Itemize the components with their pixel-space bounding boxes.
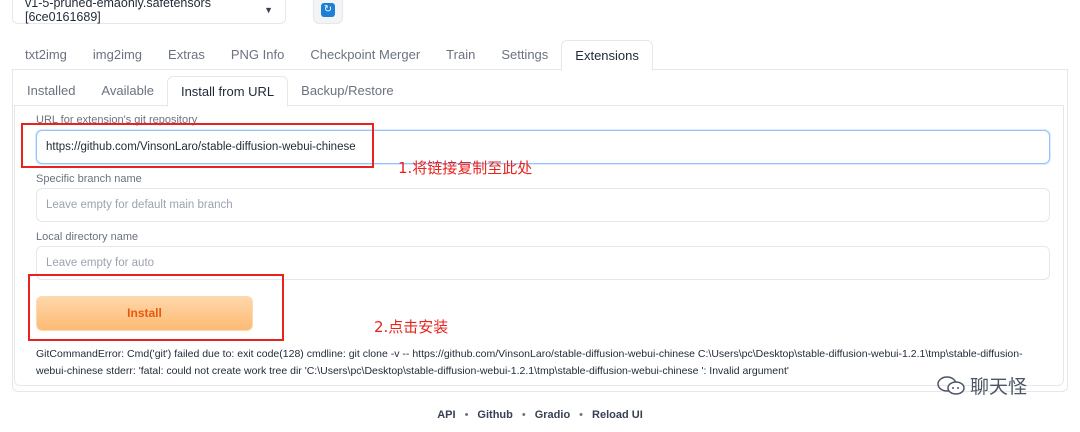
checkpoint-dropdown[interactable]: v1-5-pruned-emaonly.safetensors [6ce0161… bbox=[12, 0, 286, 24]
tab-settings[interactable]: Settings bbox=[488, 40, 561, 70]
watermark-text: 聊天怪 bbox=[970, 376, 1028, 398]
tab-backup-restore[interactable]: Backup/Restore bbox=[288, 76, 407, 106]
footer-link-reload-ui[interactable]: Reload UI bbox=[592, 409, 643, 421]
checkpoint-dropdown-value: v1-5-pruned-emaonly.safetensors [6ce0161… bbox=[25, 0, 211, 24]
refresh-checkpoints-button[interactable]: ↻ bbox=[313, 0, 343, 24]
annotation-step2: 2.点击安装 bbox=[374, 318, 449, 336]
tab-extensions[interactable]: Extensions bbox=[561, 40, 653, 71]
footer-separator: • bbox=[521, 409, 526, 421]
directory-field-label: Local directory name bbox=[36, 231, 139, 243]
tab-png-info[interactable]: PNG Info bbox=[218, 40, 297, 70]
footer-separator: • bbox=[464, 409, 469, 421]
footer-links: API • Github • Gradio • Reload UI bbox=[0, 409, 1080, 421]
tab-installed[interactable]: Installed bbox=[14, 76, 88, 106]
tab-install-from-url[interactable]: Install from URL bbox=[166, 76, 289, 107]
refresh-icon: ↻ bbox=[321, 2, 335, 17]
tab-available[interactable]: Available bbox=[88, 76, 167, 106]
tab-extras[interactable]: Extras bbox=[155, 40, 218, 70]
branch-field-label: Specific branch name bbox=[36, 173, 142, 185]
chevron-down-icon: ▼ bbox=[264, 4, 273, 15]
tab-img2img[interactable]: img2img bbox=[80, 40, 155, 70]
annotation-box-url bbox=[21, 123, 374, 168]
footer-link-gradio[interactable]: Gradio bbox=[535, 409, 570, 421]
footer-link-github[interactable]: Github bbox=[477, 409, 512, 421]
branch-input[interactable]: Leave empty for default main branch bbox=[36, 188, 1050, 222]
main-tab-bar: txt2img img2img Extras PNG Info Checkpoi… bbox=[12, 40, 1068, 71]
footer-separator: • bbox=[579, 409, 584, 421]
tab-txt2img[interactable]: txt2img bbox=[12, 40, 80, 70]
error-message: GitCommandError: Cmd('git') failed due t… bbox=[36, 348, 1023, 377]
annotation-step1: 1.将链接复制至此处 bbox=[398, 159, 533, 177]
extensions-sub-tab-bar: Installed Available Install from URL Bac… bbox=[14, 76, 1064, 107]
tab-checkpoint-merger[interactable]: Checkpoint Merger bbox=[297, 40, 433, 70]
footer-link-api[interactable]: API bbox=[437, 409, 455, 421]
chat-bubble-icon bbox=[937, 375, 965, 395]
annotation-box-install bbox=[28, 274, 284, 341]
tab-train[interactable]: Train bbox=[433, 40, 488, 70]
watermark: 聊天怪 bbox=[936, 372, 1027, 399]
